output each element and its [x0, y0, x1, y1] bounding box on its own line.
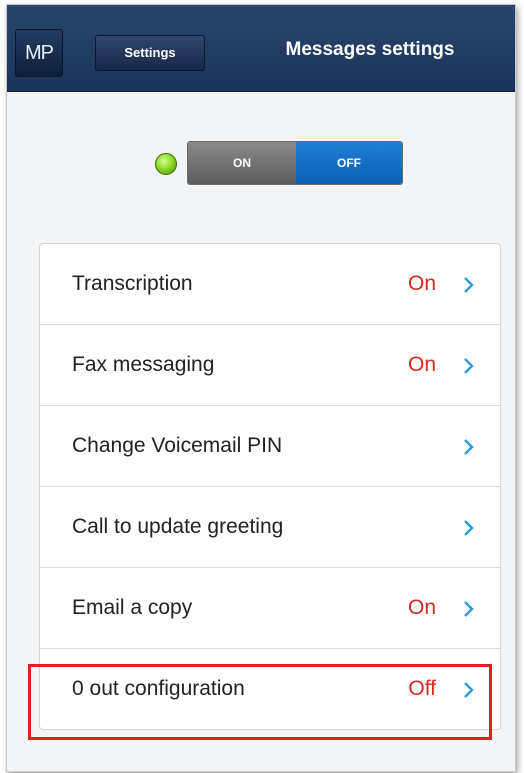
- switch-on-option[interactable]: ON: [188, 142, 296, 184]
- list-item-change-voicemail-pin[interactable]: Change Voicemail PIN: [40, 406, 500, 487]
- chevron-right-icon: [464, 439, 474, 455]
- list-item-label: Change Voicemail PIN: [72, 434, 283, 457]
- list-item-label: Call to update greeting: [72, 515, 284, 538]
- chevron-right-icon: [464, 358, 474, 374]
- list-item-value: On: [407, 272, 436, 295]
- app-logo: MP: [15, 29, 63, 77]
- list-item-label: Transcription: [72, 272, 193, 295]
- switch-off-option[interactable]: OFF: [296, 142, 402, 184]
- page-title: Messages settings: [285, 39, 455, 60]
- list-item-0-out-configuration[interactable]: 0 out configuration Off: [40, 649, 500, 729]
- list-item-label: 0 out configuration: [72, 677, 245, 700]
- list-item-value: On: [407, 596, 436, 619]
- list-item-call-to-update-greeting[interactable]: Call to update greeting: [40, 487, 500, 568]
- list-item-email-a-copy[interactable]: Email a copy On: [40, 568, 500, 649]
- list-item-label: Fax messaging: [72, 353, 215, 376]
- toggle-section: ON OFF: [7, 91, 515, 231]
- list-item-value: On: [407, 353, 436, 376]
- settings-list: Transcription On Fax messaging On Change…: [39, 243, 501, 730]
- status-led-icon: [155, 153, 177, 175]
- on-off-switch[interactable]: ON OFF: [187, 141, 403, 185]
- chevron-right-icon: [464, 520, 474, 536]
- list-item-fax-messaging[interactable]: Fax messaging On: [40, 325, 500, 406]
- app-window: MP Settings Messages settings ON OFF Tra…: [6, 4, 516, 772]
- chevron-right-icon: [464, 682, 474, 698]
- list-item-label: Email a copy: [72, 596, 193, 619]
- header-bar: MP Settings Messages settings: [7, 5, 515, 92]
- settings-back-button[interactable]: Settings: [95, 35, 205, 71]
- chevron-right-icon: [464, 601, 474, 617]
- chevron-right-icon: [464, 277, 474, 293]
- list-item-value: Off: [408, 677, 436, 700]
- list-item-transcription[interactable]: Transcription On: [40, 244, 500, 325]
